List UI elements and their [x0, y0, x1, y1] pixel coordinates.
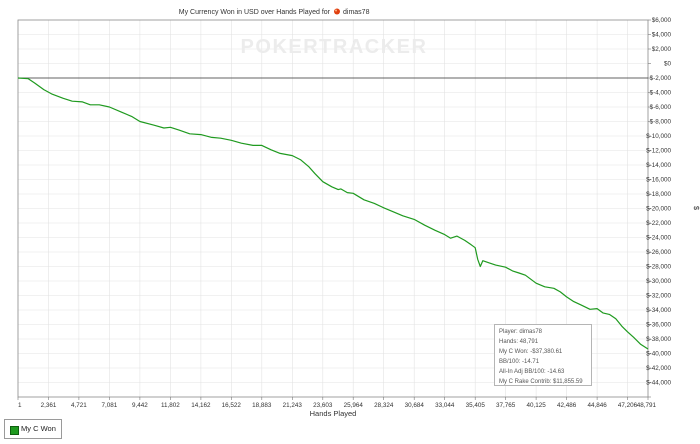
x-tick-label-20: 47,206: [618, 402, 638, 409]
x-tick-label-0: 1: [18, 402, 22, 409]
y-tick-label-7: $-8,000: [650, 119, 672, 126]
y-tick-label-6: $-6,000: [650, 104, 672, 111]
x-tick-label-8: 18,883: [252, 402, 272, 409]
y-tick-label-2: $2,000: [652, 46, 672, 53]
x-tick-label-18: 42,486: [557, 402, 577, 409]
x-tick-label-19: 44,846: [587, 402, 607, 409]
legend-label-my-c-won: My C Won: [21, 424, 56, 433]
y-tick-label-15: $-24,000: [646, 235, 671, 242]
y-tick-label-0: $6,000: [652, 17, 672, 24]
player-flag-icon: [334, 8, 340, 15]
y-tick-label-11: $-16,000: [646, 177, 671, 184]
x-tick-label-1: 2,361: [41, 402, 57, 409]
chart-svg: POKERTRACKER 1 2,361 4,721 7,081 9,442 11,802…: [17, 8, 700, 418]
x-tick-label-15: 35,405: [466, 402, 486, 409]
y-tick-label-3: $0: [664, 61, 672, 68]
stats-won: My C Won: -$37,380.61: [499, 349, 563, 355]
x-tick-label-3: 7,081: [102, 402, 118, 409]
y-tick-label-22: $-38,000: [646, 336, 671, 343]
x-axis-label: Hands Played: [310, 409, 357, 418]
stats-player: Player: dimas78: [499, 329, 543, 335]
stats-panel: Player: dimas78 Hands: 48,791 My C Won: …: [494, 324, 592, 386]
legend-swatch-my-c-won: [10, 426, 19, 435]
y-tick-label-9: $-12,000: [646, 148, 671, 155]
y-tick-label-17: $-28,000: [646, 264, 671, 271]
y-tick-label-16: $-26,000: [646, 249, 671, 256]
x-tick-label-5: 11,802: [161, 402, 180, 409]
x-tick-label-17: 40,125: [526, 402, 546, 409]
y-tick-label-21: $-36,000: [646, 322, 671, 329]
y-tick-label-12: $-18,000: [646, 191, 671, 198]
chart-title: My Currency Won in USD over Hands Played…: [179, 9, 331, 16]
stats-allin-bb100: All-In Adj BB/100: -14.63: [499, 369, 565, 375]
y-tick-label-13: $-20,000: [646, 206, 671, 213]
x-tick-label-10: 23,603: [313, 402, 333, 409]
y-tick-label-20: $-34,000: [646, 307, 671, 314]
y-axis: $6,000 $4,000 $2,000 $0 $-2,000 $-4,000 $-6,00…: [646, 17, 672, 398]
y-tick-label-23: $-40,000: [646, 351, 671, 358]
x-tick-label-16: 37,765: [496, 402, 516, 409]
x-tick-label-7: 16,522: [222, 402, 242, 409]
y-tick-label-10: $-14,000: [646, 162, 671, 169]
x-tick-label-11: 25,964: [344, 402, 364, 409]
y-tick-label-24: $-42,000: [646, 365, 671, 372]
legend[interactable]: My C Won: [4, 419, 62, 439]
chart-title-group: My Currency Won in USD over Hands Played…: [179, 8, 370, 16]
stats-bb100: BB/100: -14.71: [499, 359, 540, 365]
y-axis-label: $: [692, 206, 700, 211]
x-tick-label-13: 30,684: [405, 402, 425, 409]
chart-player-name: dimas78: [343, 9, 370, 16]
y-tick-label-14: $-22,000: [646, 220, 671, 227]
stats-rake: My C Rake Contrib: $11,855.59: [499, 379, 583, 385]
series-line-my-c-won: [17, 77, 649, 350]
watermark: POKERTRACKER: [241, 36, 428, 58]
y-tick-label-25: $-44,000: [646, 380, 671, 387]
x-tick-label-4: 9,442: [132, 402, 148, 409]
x-axis: 1 2,361 4,721 7,081 9,442 11,802 14,162 16,522 1…: [17, 397, 657, 409]
x-tick-label-2: 4,721: [71, 402, 87, 409]
y-tick-label-5: $-4,000: [650, 90, 672, 97]
y-tick-label-1: $4,000: [652, 32, 672, 39]
x-tick-label-9: 21,243: [283, 402, 303, 409]
y-tick-label-4: $-2,000: [650, 75, 672, 82]
y-tick-label-8: $-10,000: [646, 133, 671, 140]
x-tick-label-21: 48,791: [637, 402, 657, 409]
x-tick-label-12: 28,324: [374, 402, 394, 409]
x-tick-label-14: 33,044: [435, 402, 455, 409]
player-flag-icon-highlight: [335, 9, 337, 12]
stats-hands: Hands: 48,791: [499, 339, 539, 345]
x-tick-label-6: 14,162: [191, 402, 211, 409]
y-tick-label-18: $-30,000: [646, 278, 671, 285]
y-tick-label-19: $-32,000: [646, 293, 671, 300]
